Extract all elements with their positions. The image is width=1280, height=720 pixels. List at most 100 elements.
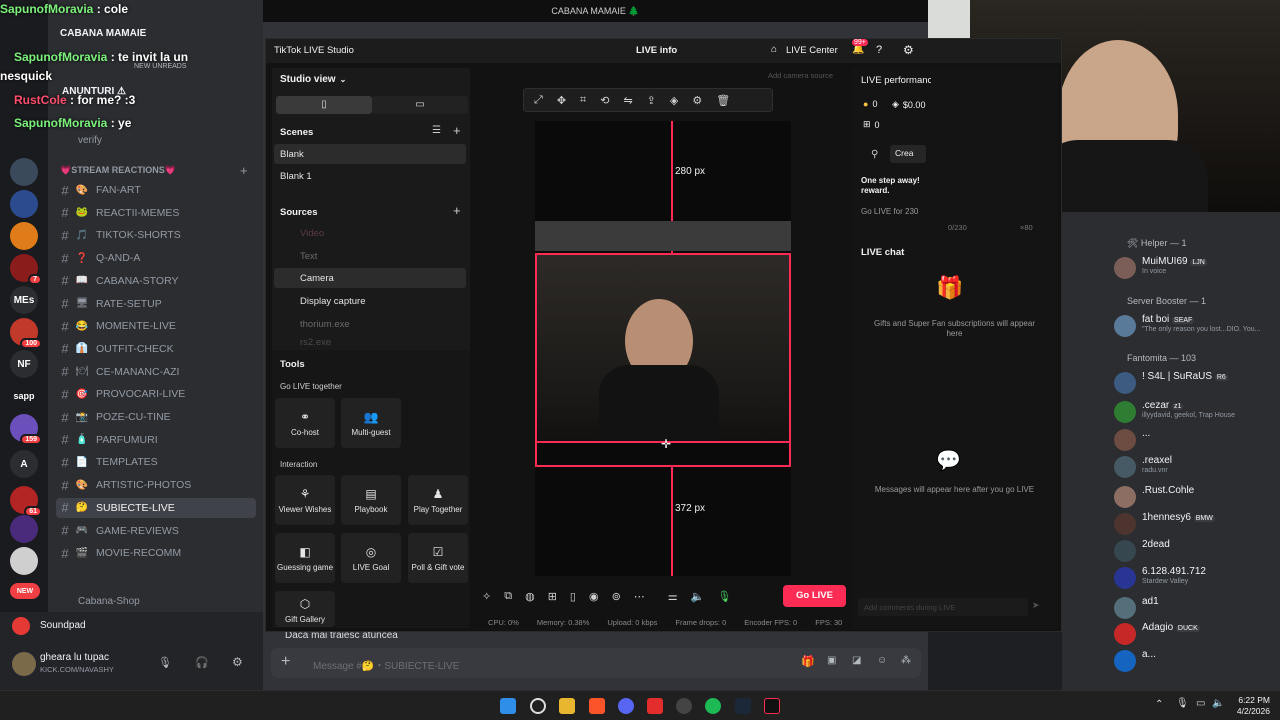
source-item[interactable]: Video <box>274 223 466 243</box>
tray-mic-icon[interactable]: 🎙 <box>1176 698 1189 709</box>
avatar[interactable] <box>1114 401 1136 423</box>
category-stream-reactions[interactable]: 💗STREAM REACTIONS💗 <box>60 165 176 176</box>
channel-item[interactable]: # 🎵 TIKTOK-SHORTS <box>56 225 256 245</box>
layer-icon[interactable]: ◈ <box>670 94 678 107</box>
avatar[interactable] <box>1114 429 1136 451</box>
tiktok-icon[interactable] <box>764 698 780 714</box>
avatar[interactable] <box>1114 513 1136 535</box>
message-input[interactable]: Message #🤔・SUBIECTE-LIVE <box>313 657 459 672</box>
tray-volume-icon[interactable]: 🔈 <box>1212 698 1224 709</box>
channel-item[interactable]: # 🎮 GAME-REVIEWS <box>56 521 256 541</box>
add-source-icon[interactable]: + <box>453 203 461 218</box>
avatar[interactable] <box>1114 567 1136 589</box>
source-item[interactable]: thorium.exe <box>274 314 466 334</box>
source-item[interactable]: Display capture <box>274 291 466 311</box>
channel-item[interactable]: # 📖 CABANA-STORY <box>56 271 256 291</box>
channel-verify[interactable]: verify <box>78 135 102 146</box>
server-icon[interactable]: 100 <box>10 318 42 349</box>
channel-item[interactable]: # 🐸 REACTII-MEMES <box>56 203 256 223</box>
crop-icon[interactable]: ⌗ <box>580 94 586 107</box>
magic-icon[interactable]: ✧ <box>482 590 491 603</box>
delete-icon[interactable]: 🗑 <box>716 94 730 107</box>
gear-icon[interactable]: ⚙ <box>232 655 243 669</box>
viewer-wishes-tile[interactable]: ⚘ Viewer Wishes <box>275 475 335 525</box>
avatar[interactable] <box>1114 315 1136 337</box>
send-icon[interactable]: ➤ <box>1032 600 1040 611</box>
avatar[interactable] <box>1114 456 1136 478</box>
new-badge[interactable]: NEW <box>10 583 40 599</box>
avatar[interactable] <box>1114 257 1136 279</box>
soundpad-label[interactable]: Soundpad <box>40 620 86 631</box>
server-icon[interactable]: 7 <box>10 254 42 285</box>
settings-icon[interactable]: ⚙ <box>903 43 914 57</box>
comment-input[interactable]: Add comments during LIVE <box>858 598 1028 616</box>
multi-guest-tile[interactable]: 👥 Multi-guest <box>341 398 401 448</box>
member-item[interactable]: .cezar z1 illyydavid, geekol, Trap House <box>1142 400 1280 419</box>
server-icon[interactable] <box>10 222 38 250</box>
channel-item[interactable]: # 🎨 FAN-ART <box>56 180 256 200</box>
server-icon[interactable] <box>10 158 38 186</box>
member-item[interactable]: MuiMUI69 LJN In voice <box>1142 256 1280 275</box>
channel-item[interactable]: # 👔 OUTFIT-CHECK <box>56 339 256 359</box>
fit-icon[interactable]: ⤢ <box>534 94 543 107</box>
layer-up-icon[interactable]: ⇪ <box>647 94 656 107</box>
server-icon[interactable]: NF <box>10 350 38 378</box>
channel-item[interactable]: # 🧴 PARFUMURI <box>56 430 256 450</box>
mic-icon[interactable]: 🎙 <box>158 656 172 669</box>
channel-item[interactable]: # ❓ Q-AND-A <box>56 248 256 268</box>
person-icon[interactable]: ⚲ <box>871 149 878 160</box>
live-goal-tile[interactable]: ◎ LIVE Goal <box>341 533 401 583</box>
play-together-tile[interactable]: ♟ Play Together <box>408 475 468 525</box>
filter-icon[interactable]: ◍ <box>525 590 535 603</box>
message-input-box[interactable]: + Message #🤔・SUBIECTE-LIVE 🎁 ▣ ◪ ☺ ⁂ <box>271 648 921 678</box>
headset-icon[interactable]: 🎧 <box>195 656 209 669</box>
playbook-tile[interactable]: ▤ Playbook <box>341 475 401 525</box>
file-explorer-icon[interactable] <box>559 698 575 714</box>
spotify-icon[interactable] <box>705 698 721 714</box>
server-icon[interactable]: 61 <box>10 486 42 517</box>
apps-icon[interactable]: ⁂ <box>901 655 911 666</box>
source-item[interactable]: Text <box>274 246 466 266</box>
member-item[interactable]: .reaxel radu.vnr <box>1142 455 1280 474</box>
server-icon[interactable]: sapp <box>10 382 38 410</box>
member-item[interactable]: ad1 <box>1142 596 1280 607</box>
channel-item[interactable]: # 😂 MOMENTE-LIVE <box>56 316 256 336</box>
member-item[interactable]: 6.128.491.712 Stardew Valley <box>1142 566 1280 585</box>
member-item[interactable]: a... <box>1142 649 1280 660</box>
mic-icon[interactable]: 🎙 <box>717 590 731 603</box>
server-icon[interactable] <box>10 547 38 575</box>
member-item[interactable]: fat boi SEAF "The only reason you lost...… <box>1142 314 1280 333</box>
server-icon[interactable] <box>10 515 38 543</box>
member-item[interactable]: ! S4L | SuRaUS R6 <box>1142 371 1280 382</box>
portrait-toggle[interactable]: ▯ <box>276 96 372 114</box>
scene-item[interactable]: Blank 1 <box>274 166 466 186</box>
sliders-icon[interactable]: ⚌ <box>668 590 678 603</box>
avatar[interactable] <box>12 652 36 676</box>
server-icon[interactable]: A <box>10 450 38 478</box>
home-icon[interactable]: ⌂ <box>771 44 777 55</box>
channel-item[interactable]: # 🎨 ARTISTIC-PHOTOS <box>56 475 256 495</box>
help-icon[interactable]: ? <box>876 44 882 56</box>
channel-shop[interactable]: Cabana-Shop <box>78 596 140 607</box>
member-item[interactable]: .Rust.Cohle <box>1142 485 1280 496</box>
add-channel-icon[interactable]: + <box>240 163 248 178</box>
attach-icon[interactable]: + <box>281 653 290 671</box>
co-host-tile[interactable]: ⚭ Co-host <box>275 398 335 448</box>
server-icon[interactable]: MEs <box>10 286 38 314</box>
youtube-icon[interactable] <box>647 698 663 714</box>
gift-icon[interactable]: 🎁 <box>801 655 815 668</box>
camera-settings-icon[interactable]: ⊚ <box>612 590 621 603</box>
capture-icon[interactable]: ⊞ <box>548 590 557 603</box>
scene-item[interactable]: Blank <box>274 144 466 164</box>
channel-item[interactable]: # 🤔 SUBIECTE-LIVE <box>56 497 256 518</box>
member-item[interactable]: Adagio DUCK <box>1142 622 1280 633</box>
source-item[interactable]: rs2.exe <box>274 336 466 348</box>
channel-item[interactable]: # 🍽 CE-MANANC-AZI <box>56 362 256 382</box>
go-live-button[interactable]: Go LIVE <box>783 585 846 607</box>
steam-icon[interactable] <box>735 698 751 714</box>
add-camera-source[interactable]: Add camera source <box>768 71 833 80</box>
emoji-icon[interactable]: ☺ <box>877 655 887 666</box>
list-icon[interactable]: ☰ <box>432 125 441 136</box>
member-item[interactable]: ... <box>1142 428 1280 439</box>
clock-date[interactable]: 4/2/2026 <box>1230 706 1270 716</box>
